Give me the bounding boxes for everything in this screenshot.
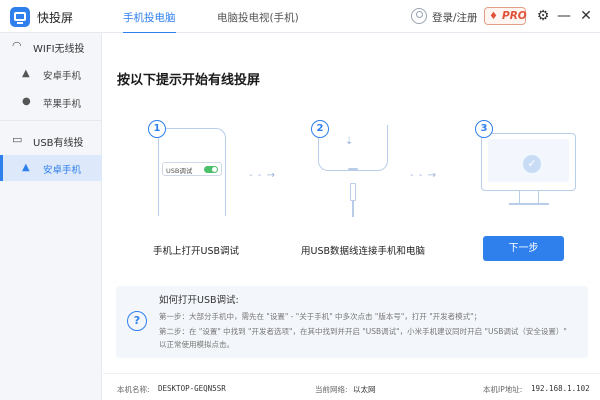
checkmark-icon: ✓ xyxy=(523,155,541,173)
usb-icon: ⇣ xyxy=(345,136,354,147)
usb-cable-plug xyxy=(350,183,356,201)
help-step-2-continued: 以正常使用模拟点击。 xyxy=(159,340,234,349)
settings-icon[interactable]: ⚙ xyxy=(535,8,551,24)
sidebar-item-label: 安卓手机 xyxy=(43,71,82,82)
monitor-illustration: ✓ xyxy=(481,133,576,191)
ip-value: 192.168.1.102 xyxy=(531,384,590,393)
user-icon[interactable] xyxy=(411,8,427,24)
help-box: ? 如何打开USB调试: 第一步：大部分手机中，需先在 "设置" - "关于手机… xyxy=(116,286,588,358)
monitor-base xyxy=(509,203,549,205)
next-step-button[interactable]: 下一步 xyxy=(483,236,564,261)
question-icon: ? xyxy=(127,311,147,331)
main-panel: 按以下提示开始有线投屏 USB调试 1 - - → ⇣ 2 - - → ✓ 3 … xyxy=(103,33,600,400)
diamond-icon: ♦ xyxy=(489,11,498,22)
login-register-link[interactable]: 登录/注册 xyxy=(432,10,478,25)
sidebar-item-wifi-apple[interactable]: ● 苹果手机 xyxy=(0,89,102,115)
usb-device-icon: ▭ xyxy=(12,133,23,146)
step-number-3: 3 xyxy=(475,120,493,138)
page-title: 按以下提示开始有线投屏 xyxy=(117,73,261,88)
arrow-right-icon: - - → xyxy=(410,170,437,181)
status-bar: 本机名称: DESKTOP-GEQN5SR 当前网络: 以太网 本机IP地址: … xyxy=(103,373,600,400)
tab-phone-to-pc[interactable]: 手机投电脑 xyxy=(123,10,176,34)
app-title: 快投屏 xyxy=(37,11,74,25)
sidebar-item-wifi-android[interactable]: ▲ 安卓手机 xyxy=(0,61,102,87)
sidebar-item-label: 安卓手机 xyxy=(43,165,82,176)
android-icon: ▲ xyxy=(22,68,30,79)
help-step-2: 第二步：在 "设置" 中找到 "开发者选项"，在其中找到并开启 "USB调试"，… xyxy=(159,327,567,336)
tab-pc-to-tv[interactable]: 电脑投电视(手机) xyxy=(217,10,299,25)
usb-debug-label: USB调试 xyxy=(166,167,193,175)
machine-name-label: 本机名称: xyxy=(117,385,150,394)
sidebar-group-label: WIFI无线投 xyxy=(33,44,85,55)
title-bar: 快投屏 手机投电脑 电脑投电视(手机) 登录/注册 ♦ PRO ⚙ — ✕ xyxy=(0,0,600,34)
usb-cable xyxy=(352,201,354,217)
wifi-icon: ◠ xyxy=(12,39,22,52)
sidebar-divider xyxy=(0,120,102,121)
monitor-stand xyxy=(519,191,539,203)
monitor-screen: ✓ xyxy=(488,139,569,182)
step-number-2: 2 xyxy=(311,120,329,138)
sidebar-item-label: 苹果手机 xyxy=(43,99,82,110)
android-icon: ▲ xyxy=(22,162,30,173)
machine-name-value: DESKTOP-GEQN5SR xyxy=(158,384,226,393)
sidebar-group-wifi: ◠ WIFI无线投 xyxy=(0,35,102,59)
usb-debug-setting: USB调试 xyxy=(162,162,222,176)
usb-debug-toggle xyxy=(204,166,218,173)
app-logo-icon xyxy=(10,7,30,27)
help-step-1: 第一步：大部分手机中，需先在 "设置" - "关于手机" 中多次点击 "版本号"… xyxy=(159,312,482,321)
sidebar: ◠ WIFI无线投 ▲ 安卓手机 ● 苹果手机 ▭ USB有线投 ▲ 安卓手机 xyxy=(0,33,102,400)
network-value: 以太网 xyxy=(353,385,376,394)
ip-label: 本机IP地址: xyxy=(483,385,523,394)
help-title: 如何打开USB调试: xyxy=(159,295,239,306)
step-1-label: 手机上打开USB调试 xyxy=(153,246,240,257)
apple-icon: ● xyxy=(22,96,31,107)
step-2-label: 用USB数据线连接手机和电脑 xyxy=(301,246,426,257)
sidebar-item-usb-android[interactable]: ▲ 安卓手机 xyxy=(0,155,102,181)
sidebar-group-label: USB有线投 xyxy=(33,138,84,149)
pro-label: PRO xyxy=(502,10,527,22)
sidebar-group-usb: ▭ USB有线投 xyxy=(0,129,102,153)
network-label: 当前网络: xyxy=(315,385,348,394)
pro-badge-button[interactable]: ♦ PRO xyxy=(484,7,527,25)
close-icon[interactable]: ✕ xyxy=(578,8,594,24)
arrow-right-icon: - - → xyxy=(249,170,276,181)
step-number-1: 1 xyxy=(148,120,166,138)
usb-port xyxy=(348,168,358,171)
minimize-icon[interactable]: — xyxy=(556,8,572,24)
